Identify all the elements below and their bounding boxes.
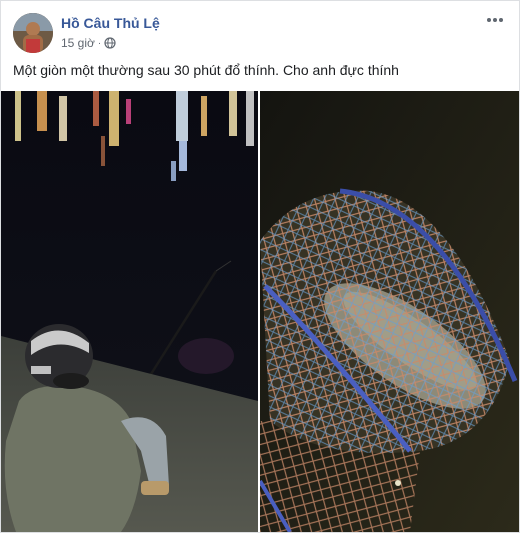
avatar-image [13, 13, 53, 53]
more-options-icon[interactable] [485, 13, 505, 27]
author-avatar[interactable] [13, 13, 53, 53]
post-card: Hồ Câu Thủ Lệ 15 giờ · Một giòn một thườ… [0, 0, 520, 533]
post-photo-right[interactable] [260, 91, 519, 532]
post-meta: 15 giờ · [61, 36, 116, 50]
fish-net-photo [260, 91, 519, 532]
post-photo-left[interactable] [1, 91, 258, 532]
author-name-link[interactable]: Hồ Câu Thủ Lệ [61, 15, 160, 31]
post-timestamp[interactable]: 15 giờ [61, 36, 95, 50]
fisherman-photo [1, 91, 258, 532]
globe-icon[interactable] [104, 37, 116, 49]
post-text: Một giòn một thường sau 30 phút đổ thính… [13, 62, 399, 78]
meta-separator: · [97, 37, 102, 49]
